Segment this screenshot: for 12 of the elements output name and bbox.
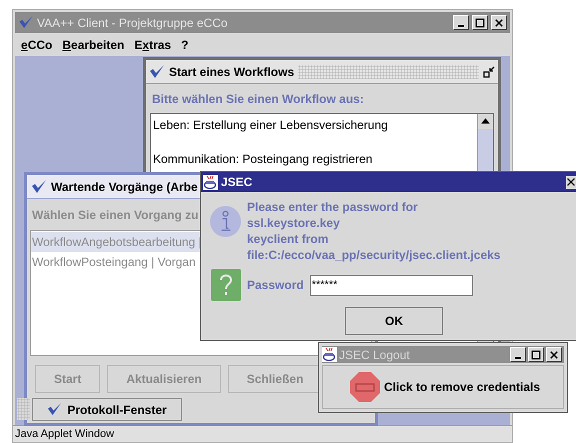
message-text: Please enter the password for	[247, 199, 418, 215]
window-title: VAA++ Client - Projektgruppe eCCo	[37, 14, 229, 32]
prompt-text: Wählen Sie einen Vorgang zu	[32, 207, 198, 224]
window-title: Wartende Vorgänge (Arbe	[51, 178, 198, 196]
password-label: Password	[247, 277, 304, 294]
message-text: ssl.keystore.key	[247, 215, 340, 231]
status-bar: Java Applet Window	[13, 425, 512, 442]
prompt-text: Bitte wählen Sie einen Workflow aus:	[151, 91, 365, 108]
window-title: JSEC	[221, 174, 252, 191]
message-text: keyclient from file:C:/ecco/vaa_pp/security/jsec.client.jceks	[247, 231, 502, 263]
window-title: JSEC Logout	[339, 346, 411, 364]
window-title: Start eines Workflows	[169, 64, 294, 80]
